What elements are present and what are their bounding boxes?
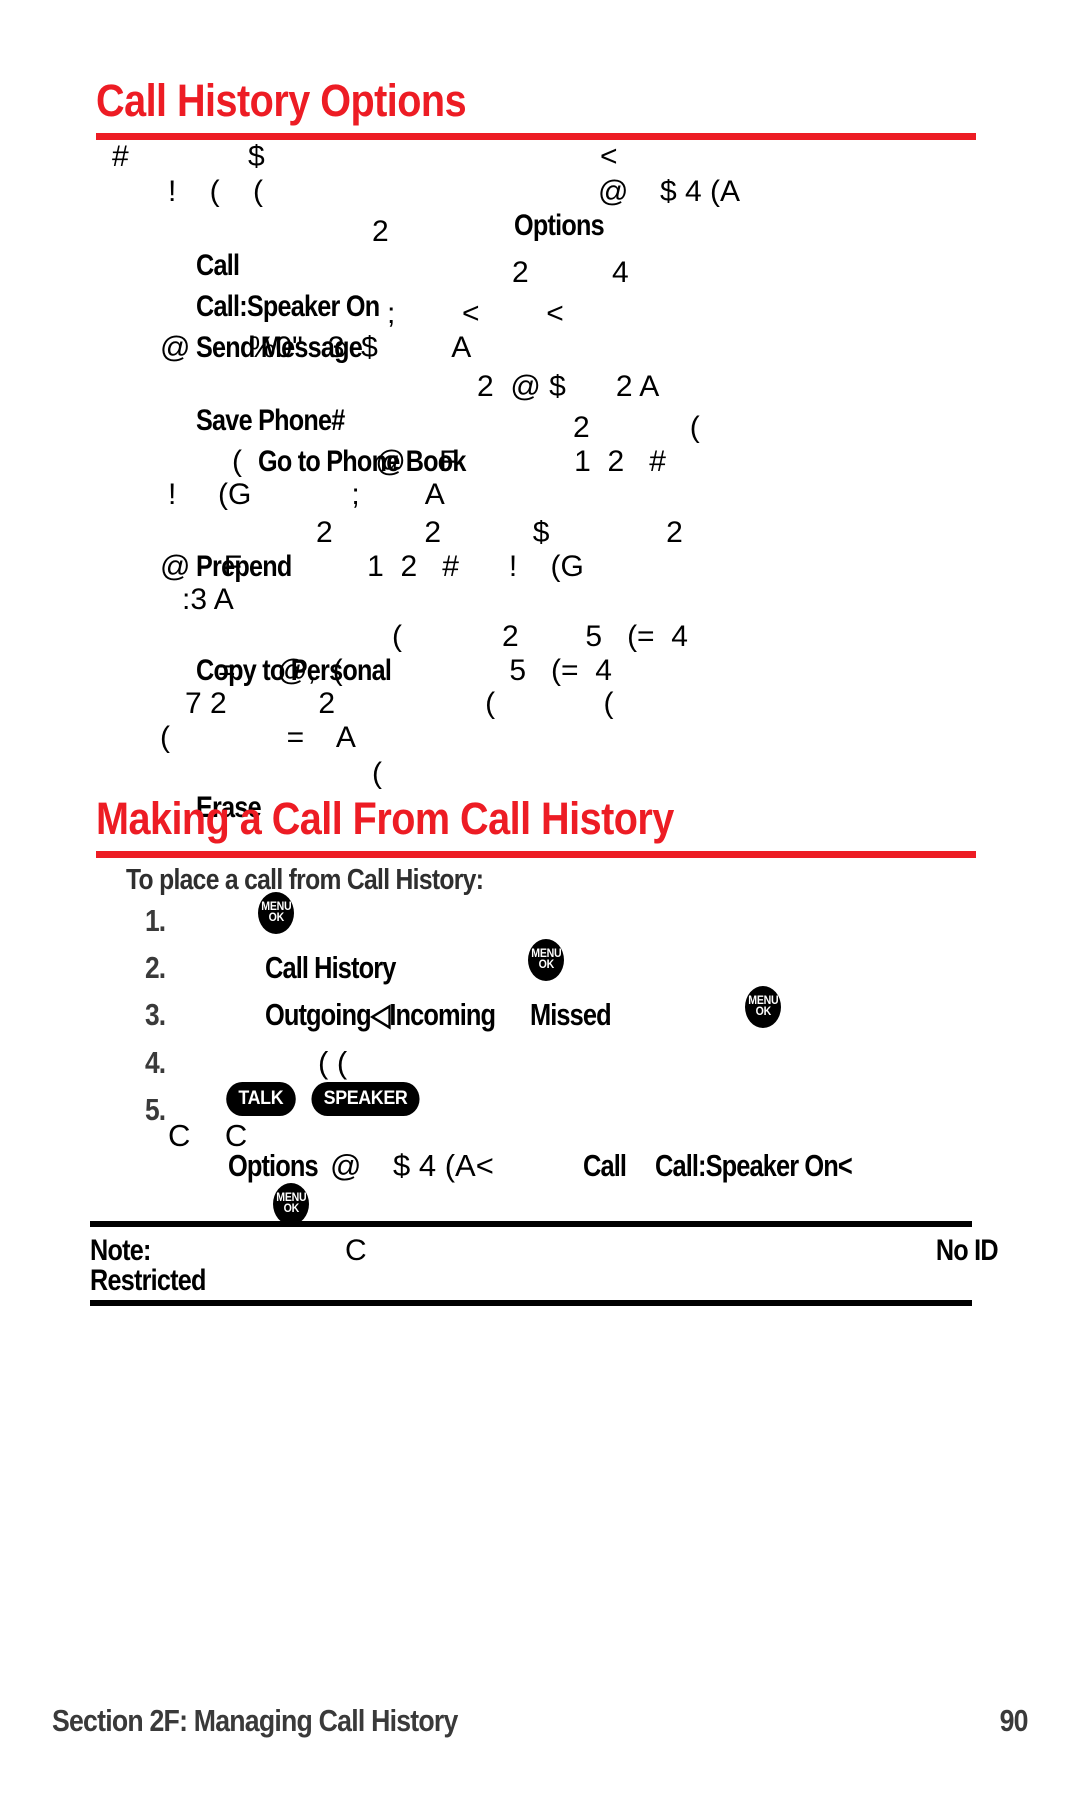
menu-ok-key-line2: OK xyxy=(283,1203,299,1215)
option-call-speaker-glyphs: 2 4 xyxy=(512,256,629,289)
talk-key-label: TALK xyxy=(238,1088,284,1109)
menu-ok-key-icon-step2[interactable]: MENU OK xyxy=(528,939,564,981)
option-go-phone-book-glyphs-3: ! (G ; A xyxy=(168,478,445,511)
step-3-label-b: Missed xyxy=(530,997,612,1032)
intro2-glyph-b: @ xyxy=(598,175,629,208)
menu-ok-key-icon-trailing[interactable]: MENU OK xyxy=(273,1183,309,1225)
menu-ok-key-icon-step3[interactable]: MENU OK xyxy=(745,986,781,1028)
manual-page: Call History Options # $ < ! ( ( Options… xyxy=(0,0,1080,1800)
option-prepend-glyphs-2: @ F 1 2 # ! (G xyxy=(160,550,584,583)
option-copy-personal-glyphs-1: ( 2 5 (= 4 xyxy=(392,620,688,653)
step-number-4: 4. xyxy=(145,1045,166,1080)
step-number-3: 3. xyxy=(145,997,166,1032)
menu-ok-key-line2: OK xyxy=(755,1006,771,1018)
footer-section-label: Section 2F: Managing Call History xyxy=(52,1703,458,1738)
speaker-key-icon[interactable]: SPEAKER xyxy=(311,1082,420,1116)
step-4-glyphs: ( ( xyxy=(318,1045,348,1080)
step-number-1: 1. xyxy=(145,903,166,938)
note-glyphs: C xyxy=(345,1234,367,1267)
trailing-term-call-speaker-on: Call:Speaker On< xyxy=(655,1148,853,1183)
option-copy-personal-glyphs-4: ( = A xyxy=(160,721,356,754)
menu-ok-key-line2: OK xyxy=(268,912,284,924)
menu-ok-key-line2: OK xyxy=(538,959,554,971)
option-term-options-ref: Options xyxy=(514,209,605,242)
option-prepend-glyphs-3: :3 A xyxy=(182,583,234,616)
note-term-no-id: No ID xyxy=(935,1234,999,1267)
trailing-glyphs-b: $ 4 (A< xyxy=(393,1148,494,1183)
footer-page-number: 90 xyxy=(999,1703,1029,1738)
trailing-glyphs-a: @ xyxy=(330,1148,362,1183)
option-send-message-glyphs-1: ; < < xyxy=(387,297,564,330)
speaker-key-label: SPEAKER xyxy=(323,1088,408,1109)
making-a-call-intro: To place a call from Call History: xyxy=(126,864,484,896)
step-3-label-a: Outgoing◁Incoming xyxy=(265,997,496,1032)
trailing-term-call: Call xyxy=(583,1148,627,1183)
trailing-term-options: Options xyxy=(228,1148,319,1183)
option-go-phone-book-glyphs-2: ( @ F 1 2 # xyxy=(232,445,666,478)
talk-key-icon[interactable]: TALK xyxy=(226,1082,296,1116)
heading-rule-second xyxy=(96,851,976,858)
step-number-5: 5. xyxy=(145,1092,166,1127)
option-copy-personal-glyphs-3: 7 2 2 ( ( xyxy=(185,687,614,720)
option-send-message-glyphs-2: @ %0" 3 $ A xyxy=(160,331,472,364)
option-erase-glyphs: ( xyxy=(372,757,382,790)
option-prepend-glyphs-1: 2 2 $ 2 xyxy=(316,516,683,549)
heading-rule-top xyxy=(96,133,976,140)
note-rule-top xyxy=(90,1221,972,1227)
step-2-label: Call History xyxy=(265,950,396,985)
option-call-glyphs: 2 xyxy=(372,215,389,248)
option-save-phone-glyphs: 2 @ $ 2 A xyxy=(477,370,660,403)
intro-glyph-b: $ xyxy=(248,140,265,173)
option-go-phone-book-glyphs-1: 2 ( xyxy=(573,411,700,444)
menu-ok-key-icon-step1[interactable]: MENU OK xyxy=(258,892,294,934)
note-label: Note: xyxy=(90,1234,151,1267)
intro2-glyph-a: ! ( ( xyxy=(168,175,263,208)
option-copy-personal-glyphs-2: = @, ( 5 (= 4 xyxy=(218,654,612,687)
section-heading-making-a-call: Making a Call From Call History xyxy=(96,793,674,844)
intro-glyph-a: # xyxy=(112,140,129,173)
step-number-2: 2. xyxy=(145,950,166,985)
intro2-glyph-c: $ 4 (A xyxy=(660,175,741,208)
page-title: Call History Options xyxy=(96,75,467,126)
intro-glyph-c: < xyxy=(600,140,618,173)
note-term-restricted: Restricted xyxy=(90,1264,206,1297)
note-rule-bottom xyxy=(90,1300,972,1306)
